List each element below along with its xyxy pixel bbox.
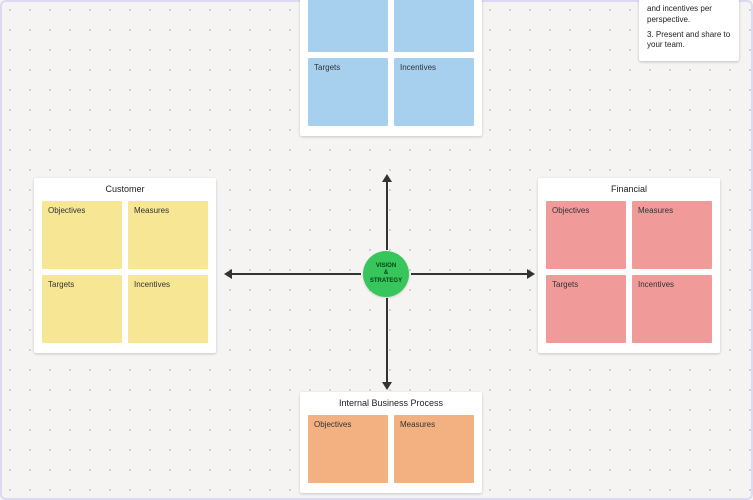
arrow-line-right	[411, 273, 529, 275]
internal-objectives-cell[interactable]: Objectives	[308, 415, 388, 483]
arrow-line-down	[386, 298, 388, 384]
balanced-scorecard-canvas[interactable]: VISION & STRATEGY Learning & Growth Obje…	[2, 2, 751, 498]
customer-objectives-cell[interactable]: Objectives	[42, 201, 122, 269]
customer-incentives-cell[interactable]: Incentives	[128, 275, 208, 343]
card-customer[interactable]: Customer Objectives Measures Targets Inc…	[34, 178, 216, 353]
top-targets-cell[interactable]: Targets	[308, 58, 388, 126]
card-financial-title: Financial	[546, 184, 712, 195]
customer-targets-cell[interactable]: Targets	[42, 275, 122, 343]
instructions-line-2: 3. Present and share to your team.	[647, 30, 731, 52]
instructions-note[interactable]: and incentives per perspective. 3. Prese…	[639, 0, 739, 61]
instructions-line-1: and incentives per perspective.	[647, 4, 731, 26]
top-objectives-cell[interactable]: Objectives	[308, 0, 388, 52]
top-measures-cell[interactable]: Measures	[394, 0, 474, 52]
arrow-head-down	[382, 382, 392, 390]
top-incentives-cell[interactable]: Incentives	[394, 58, 474, 126]
financial-objectives-cell[interactable]: Objectives	[546, 201, 626, 269]
arrow-head-up	[382, 174, 392, 182]
arrow-line-left	[231, 273, 361, 275]
card-internal-process-title: Internal Business Process	[308, 398, 474, 409]
card-customer-title: Customer	[42, 184, 208, 195]
arrow-line-up	[386, 180, 388, 250]
card-financial[interactable]: Financial Objectives Measures Targets In…	[538, 178, 720, 353]
card-internal-process[interactable]: Internal Business Process Objectives Mea…	[300, 392, 482, 493]
financial-incentives-cell[interactable]: Incentives	[632, 275, 712, 343]
arrow-head-right	[527, 269, 535, 279]
customer-measures-cell[interactable]: Measures	[128, 201, 208, 269]
financial-targets-cell[interactable]: Targets	[546, 275, 626, 343]
financial-measures-cell[interactable]: Measures	[632, 201, 712, 269]
arrow-head-left	[224, 269, 232, 279]
card-top[interactable]: Learning & Growth Objectives Measures Ta…	[300, 0, 482, 136]
internal-measures-cell[interactable]: Measures	[394, 415, 474, 483]
center-vision-strategy[interactable]: VISION & STRATEGY	[363, 251, 409, 297]
